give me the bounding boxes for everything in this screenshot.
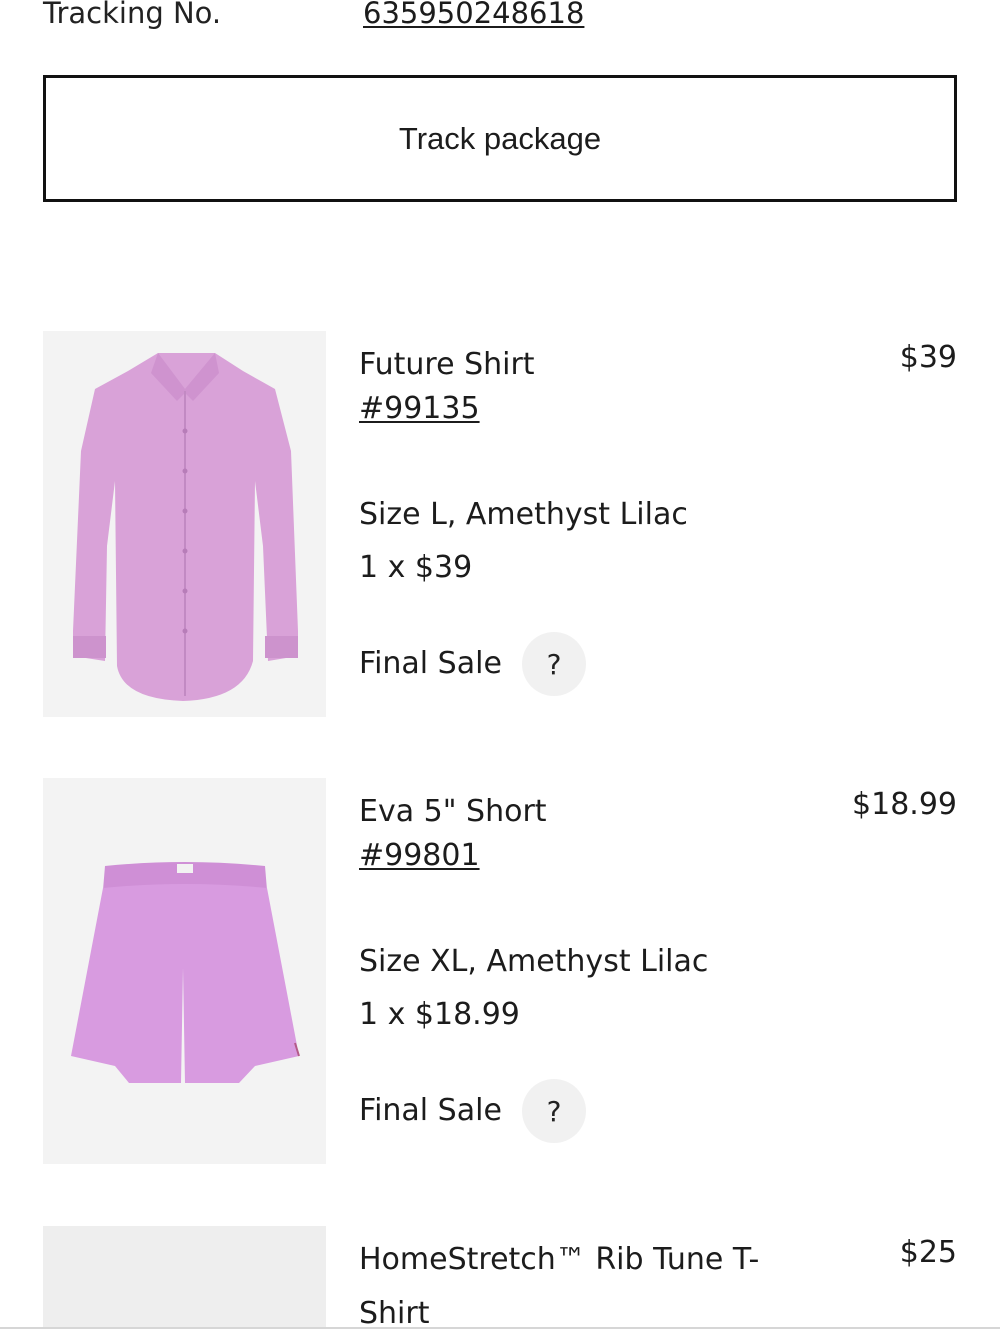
- final-sale-label: Final Sale: [359, 646, 502, 681]
- final-sale-help-button[interactable]: ?: [522, 1079, 586, 1143]
- tracking-number-link[interactable]: 635950248618: [363, 0, 584, 30]
- item-price: $39: [899, 340, 957, 375]
- order-item: HomeStretch™ Rib Tune T-Shirt $25: [43, 1226, 957, 1329]
- item-variant: Size XL, Amethyst Lilac: [359, 944, 709, 979]
- item-variant: Size L, Amethyst Lilac: [359, 497, 688, 532]
- item-quantity: 1 x $18.99: [359, 997, 520, 1032]
- shorts-image: [43, 778, 326, 1164]
- product-image-future-shirt[interactable]: [43, 331, 326, 717]
- tracking-row: Tracking No. 635950248618: [43, 0, 957, 34]
- shirt-image: [43, 331, 326, 717]
- tracking-label: Tracking No.: [43, 0, 222, 30]
- final-sale-label: Final Sale: [359, 1093, 502, 1128]
- item-name[interactable]: HomeStretch™ Rib Tune T-Shirt: [359, 1233, 779, 1329]
- order-item: Future Shirt $39 #99135 Size L, Amethyst…: [43, 331, 957, 717]
- item-price: $18.99: [852, 787, 957, 822]
- track-package-button[interactable]: Track package: [43, 75, 957, 202]
- order-item: Eva 5" Short $18.99 #99801 Size XL, Amet…: [43, 778, 957, 1164]
- final-sale-help-button[interactable]: ?: [522, 632, 586, 696]
- item-sku-link[interactable]: #99135: [359, 391, 480, 426]
- item-quantity: 1 x $39: [359, 550, 473, 585]
- product-image-eva-short[interactable]: [43, 778, 326, 1164]
- item-name[interactable]: Eva 5" Short: [359, 785, 547, 839]
- item-price: $25: [899, 1235, 957, 1270]
- product-image-placeholder[interactable]: [43, 1226, 326, 1329]
- order-details-page: Tracking No. 635950248618 Track package: [0, 0, 1000, 1329]
- item-sku-link[interactable]: #99801: [359, 838, 480, 873]
- item-name[interactable]: Future Shirt: [359, 338, 535, 392]
